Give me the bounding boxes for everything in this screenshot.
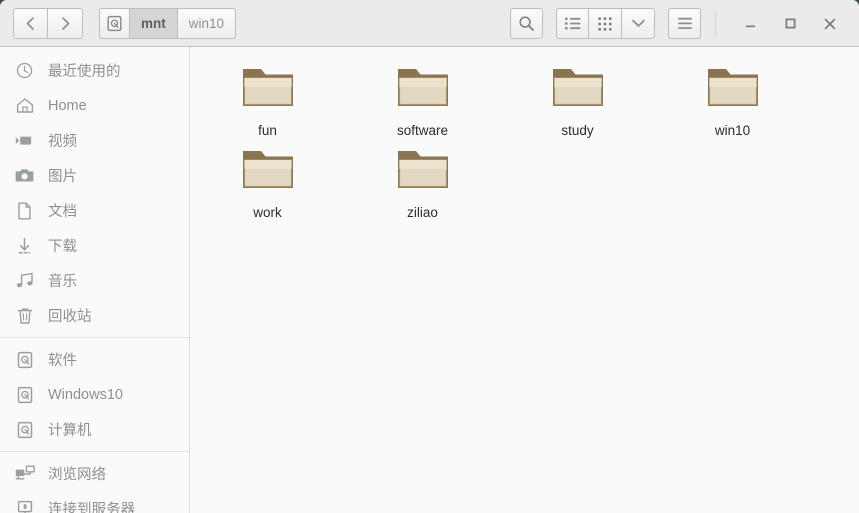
file-item-label: ziliao	[407, 205, 438, 220]
list-view-icon	[564, 17, 580, 30]
file-item-label: work	[253, 205, 282, 220]
sidebar-item-recent[interactable]: 最近使用的	[0, 53, 189, 88]
folder-icon	[549, 63, 607, 118]
sidebar-item-music[interactable]: 音乐	[0, 263, 189, 298]
sidebar-item-trash[interactable]: 回收站	[0, 298, 189, 333]
sidebar-item-label: 图片	[48, 169, 77, 185]
network-icon	[14, 463, 35, 484]
sidebar-item-label: Home	[48, 97, 87, 114]
sidebar-item-label: 文档	[48, 204, 77, 220]
sidebar-item-label: 最近使用的	[48, 64, 121, 80]
search-button[interactable]	[510, 8, 543, 39]
sidebar-item-label: 软件	[48, 353, 77, 369]
folder-icon	[704, 63, 762, 118]
file-item-label: study	[561, 123, 594, 138]
sidebar-item-label: 音乐	[48, 274, 77, 290]
sidebar-item-documents[interactable]: 文档	[0, 193, 189, 228]
sidebar-item-software-drive[interactable]: 软件	[0, 342, 189, 377]
camera-icon	[14, 165, 35, 186]
back-button[interactable]	[13, 7, 48, 39]
maximize-button[interactable]	[770, 9, 810, 39]
drive-icon	[107, 15, 122, 31]
close-icon	[824, 18, 836, 29]
server-icon	[14, 498, 35, 513]
sidebar-item-connect-server[interactable]: 连接到服务器	[0, 491, 189, 513]
sidebar-item-downloads[interactable]: 下载	[0, 228, 189, 263]
file-manager-window: mnt win10 最近使用的 Home 视频 图片 文档 下载 音乐 回收站 …	[0, 0, 859, 513]
grid-view-button[interactable]	[589, 8, 622, 39]
sidebar-item-computer[interactable]: 计算机	[0, 412, 189, 447]
hamburger-menu-icon	[677, 17, 692, 29]
list-view-button[interactable]	[556, 8, 589, 39]
main-menu-button[interactable]	[668, 8, 701, 39]
file-item-fun[interactable]: fun	[190, 59, 345, 141]
trash-icon	[14, 305, 35, 326]
sidebar-item-label: 视频	[48, 134, 77, 150]
folder-icon	[394, 63, 452, 118]
file-browser-area[interactable]: fun software study win10 work ziliao	[190, 47, 859, 513]
sidebar-item-label: 连接到服务器	[48, 502, 135, 513]
chevron-down-icon	[631, 19, 645, 27]
view-mode-buttons	[556, 8, 655, 39]
sidebar-item-label: Windows10	[48, 386, 123, 403]
search-icon	[519, 16, 534, 31]
sidebar-item-label: 下载	[48, 239, 77, 255]
forward-button[interactable]	[48, 7, 83, 39]
close-button[interactable]	[810, 9, 850, 39]
file-item-ziliao[interactable]: ziliao	[345, 141, 500, 223]
sidebar-item-windows10-drive[interactable]: Windows10	[0, 377, 189, 412]
sidebar-item-videos[interactable]: 视频	[0, 123, 189, 158]
clock-icon	[14, 60, 35, 81]
maximize-icon	[785, 18, 795, 29]
minimize-icon	[745, 25, 755, 28]
sidebar: 最近使用的 Home 视频 图片 文档 下载 音乐 回收站 软件 Windows…	[0, 47, 190, 513]
drive-icon	[14, 419, 35, 440]
window-body: 最近使用的 Home 视频 图片 文档 下载 音乐 回收站 软件 Windows…	[0, 47, 859, 513]
video-icon	[14, 130, 35, 151]
file-item-label: software	[396, 123, 449, 138]
chevron-right-icon	[61, 16, 69, 30]
grid-view-icon	[598, 16, 612, 30]
file-item-study[interactable]: study	[500, 59, 655, 141]
music-icon	[14, 270, 35, 291]
icon-view: fun software study win10 work ziliao	[190, 59, 859, 223]
folder-icon	[394, 145, 452, 200]
breadcrumb: mnt win10	[99, 7, 237, 39]
window-controls	[715, 9, 850, 39]
navigation-buttons	[13, 7, 83, 39]
sidebar-item-label: 计算机	[48, 423, 92, 439]
breadcrumb-item-win10[interactable]: win10	[177, 7, 237, 39]
file-item-win10[interactable]: win10	[655, 59, 810, 141]
file-item-label: fun	[258, 123, 277, 138]
header-right-controls	[510, 0, 850, 47]
sidebar-item-label: 回收站	[48, 309, 92, 325]
download-icon	[14, 235, 35, 256]
drive-icon	[14, 349, 35, 370]
minimize-button[interactable]	[730, 9, 770, 39]
breadcrumb-root-drive[interactable]	[99, 7, 130, 39]
drive-icon	[14, 384, 35, 405]
chevron-left-icon	[26, 16, 34, 30]
folder-icon	[239, 63, 297, 118]
home-icon	[14, 95, 35, 116]
sidebar-separator	[0, 451, 189, 452]
file-item-software[interactable]: software	[345, 59, 500, 141]
view-options-button[interactable]	[622, 8, 655, 39]
sidebar-item-pictures[interactable]: 图片	[0, 158, 189, 193]
folder-icon	[239, 145, 297, 200]
sidebar-item-label: 浏览网络	[48, 467, 106, 483]
file-item-work[interactable]: work	[190, 141, 345, 223]
sidebar-item-home[interactable]: Home	[0, 88, 189, 123]
header-bar: mnt win10	[0, 0, 859, 47]
document-icon	[14, 200, 35, 221]
file-item-label: win10	[714, 123, 751, 138]
sidebar-item-browse-network[interactable]: 浏览网络	[0, 456, 189, 491]
breadcrumb-item-mnt[interactable]: mnt	[130, 7, 178, 39]
sidebar-separator	[0, 337, 189, 338]
